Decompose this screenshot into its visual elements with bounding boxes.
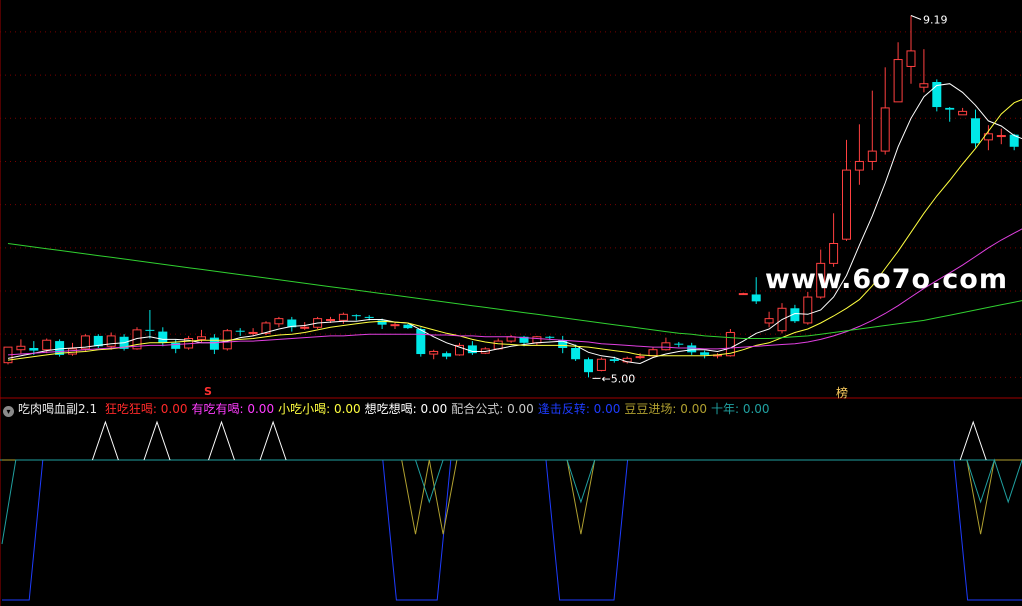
candle-body-up [867,150,877,162]
candle-body-down [364,316,374,318]
signal-s-label: S [204,385,212,398]
candle-body-up [996,135,1006,138]
spike-white [91,420,119,461]
legend-label: 小吃小喝: [278,402,334,416]
candle-body-down [29,348,39,351]
candle-body-up [429,350,439,355]
indicator-legend: ▾ 吃肉喝血副2.1 狂吃狂喝: 0.00 有吃有喝: 0.00 小吃小喝: 0.00… [0,400,778,418]
legend-items: 狂吃狂喝: 0.00 有吃有喝: 0.00 小吃小喝: 0.00 想吃想喝: 0.00… [105,402,774,416]
candle-body-up [596,358,606,371]
spike-white [143,420,171,461]
high-marker-line [910,15,922,20]
high-marker-label: 9.19 [923,14,948,27]
chevron-down-icon[interactable]: ▾ [3,406,14,417]
candle-body-up [68,348,77,355]
candle-body-down [467,345,477,354]
candle-body-down [416,329,426,355]
indicator-line [2,459,1022,601]
candle-body-up [248,331,258,334]
legend-label: 豆豆进场: [624,402,681,416]
candle-body-up [493,340,503,350]
legend-label: 十年: [710,402,743,416]
candle-body-up [842,169,851,240]
candle-body-up [42,339,52,351]
legend-label: 有吃有喝: [191,402,248,416]
candle-body-up [738,293,748,296]
watermark-text: www.6o7o.com [765,264,1008,295]
candle-body-up [338,313,348,321]
indicator-name[interactable]: 吃肉喝血副2.1 [18,402,97,416]
candle-body-down [751,294,761,302]
candle-body-down [609,359,619,361]
ma-line-ma10 [7,99,1022,361]
candle-body-up [326,319,335,321]
legend-label: 想吃想喝: [364,402,421,416]
low-marker-label: ←5.00 [602,372,636,385]
candle-body-down [209,337,219,350]
candle-body-up [106,335,116,347]
candle-body-down [945,107,955,110]
candle-body-up [197,336,206,340]
candle-body-up [648,349,658,357]
legend-value: 0.00 [742,402,770,416]
spike-white [259,420,287,461]
candle-body-up [635,356,645,359]
legend-value: 0.00 [593,402,621,416]
candle-body-up [803,296,813,324]
legend-label: 逢击反转: [537,402,594,416]
candle-body-up [829,243,839,264]
candle-body-down [235,330,245,332]
candle-body-up [390,324,400,327]
candle-body-up [906,50,916,67]
spike-white [208,420,235,461]
candle-body-up [764,318,774,324]
candle-body-up [880,107,890,152]
legend-value: 0.00 [420,402,448,416]
candle-body-down [674,343,684,345]
candle-body-down [571,348,581,360]
legend-value: 0.00 [680,402,707,416]
candle-body-down [351,315,361,317]
candle-body-up [16,345,26,351]
legend-value: 0.00 [247,402,275,416]
candle-body-up [661,342,671,351]
indicator-line [2,459,1022,535]
legend-value: 0.00 [333,402,361,416]
legend-label: 配合公式: [451,402,508,416]
candle-body-down [171,342,181,349]
candle-body-up [532,336,542,344]
candle-body-up [274,318,284,325]
chart-canvas[interactable]: 9.19 ←5.00 S 榜 [0,0,1022,606]
candle-body-down [442,353,452,357]
candle-body-up [919,83,929,88]
stock-chart-window: 9.19 ←5.00 S 榜 www.6o7o.com ▾ 吃肉喝血副2.1 狂吃狂喝:… [0,0,1022,606]
legend-value: 0.00 [160,402,188,416]
candle-body-down [584,359,593,373]
legend-label: 狂吃狂喝: [104,402,161,416]
candle-body-up [854,160,864,171]
candle-body-up [300,326,310,329]
candle-body-down [687,345,697,353]
candle-body-down [700,352,710,355]
legend-value: 0.00 [507,402,534,416]
indicator-line [1,458,1022,545]
candle-body-up [893,59,903,103]
candle-body-up [958,110,968,116]
spike-white [959,420,987,461]
candle-body-down [145,329,155,331]
candle-body-down [971,118,980,144]
candle-body-down [158,331,168,343]
signal-bang-label: 榜 [836,385,848,400]
candle-body-down [545,336,555,338]
